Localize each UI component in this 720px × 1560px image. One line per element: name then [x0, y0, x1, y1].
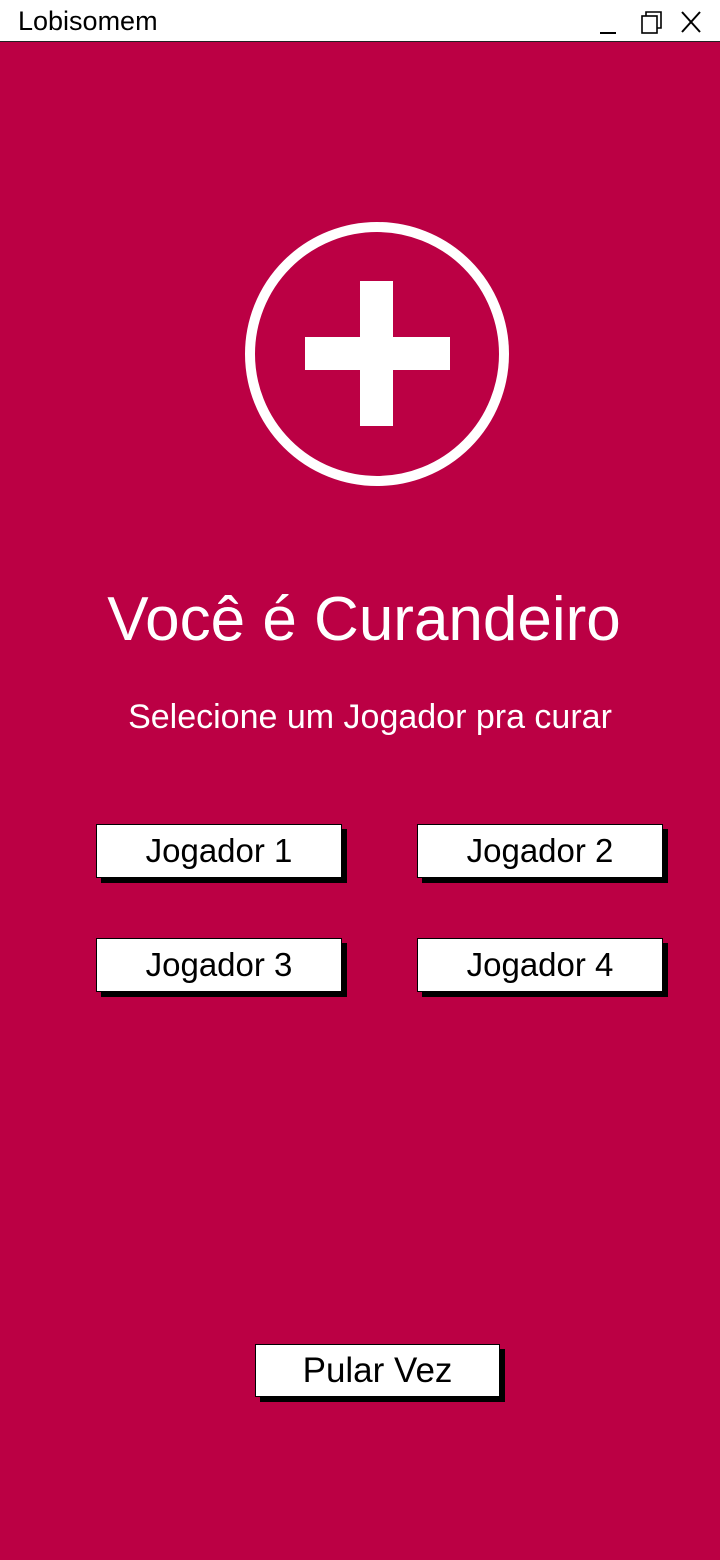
window-title: Lobisomem — [18, 6, 158, 36]
instruction-text: Selecione um Jogador pra curar — [128, 698, 612, 736]
minimize-icon — [600, 32, 616, 34]
healer-screen: Você é Curandeiro Selecione um Jogador p… — [0, 42, 720, 1560]
maximize-button[interactable] — [636, 6, 668, 38]
minimize-button[interactable] — [594, 6, 626, 38]
skip-turn-button[interactable]: Pular Vez — [255, 1344, 500, 1397]
player-3-button[interactable]: Jogador 3 — [96, 938, 342, 992]
title-bar: Lobisomem — [0, 0, 720, 42]
plus-circle-icon — [245, 222, 509, 486]
player-4-button[interactable]: Jogador 4 — [417, 938, 663, 992]
app-window: Lobisomem Você é Curandeiro Selecione um… — [0, 0, 720, 1560]
role-title: Você é Curandeiro — [107, 585, 621, 654]
player-1-button[interactable]: Jogador 1 — [96, 824, 342, 878]
maximize-icon — [641, 11, 662, 34]
close-icon — [681, 11, 701, 33]
player-2-button[interactable]: Jogador 2 — [417, 824, 663, 878]
close-button[interactable] — [676, 6, 708, 38]
